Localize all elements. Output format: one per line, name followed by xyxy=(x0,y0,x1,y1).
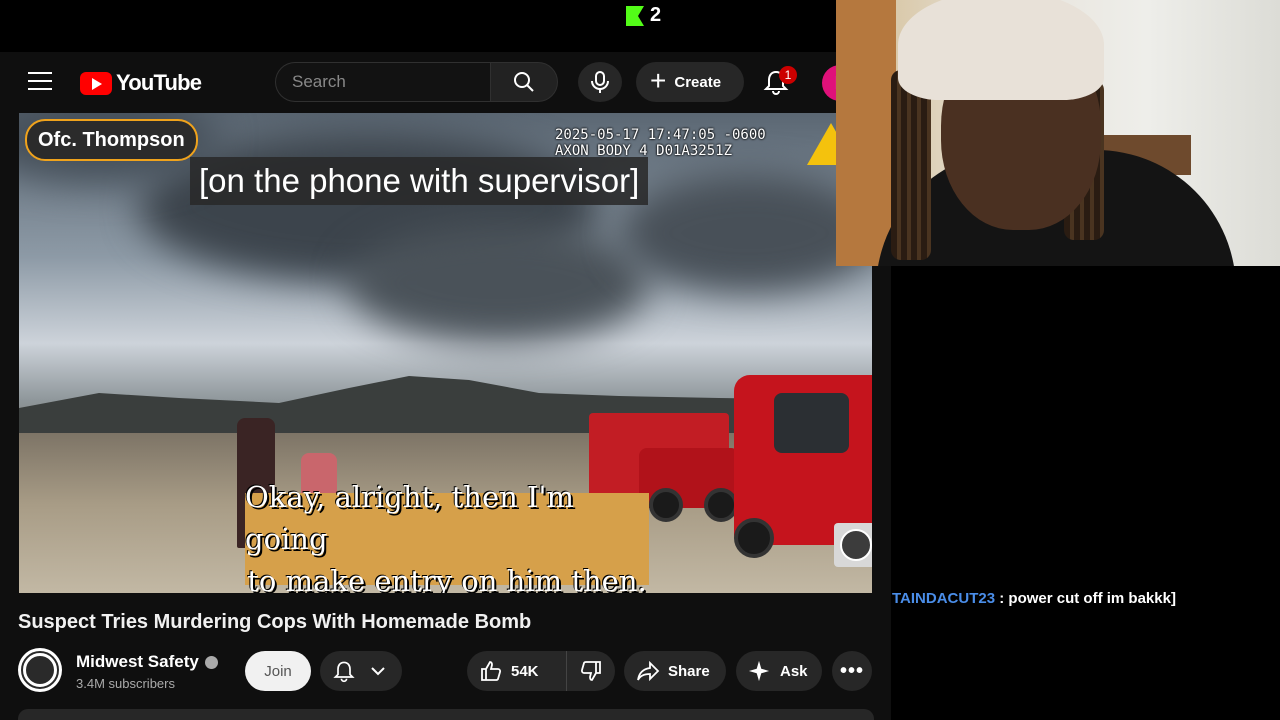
thumbs-up-icon xyxy=(481,661,502,681)
thumbs-down-icon xyxy=(580,661,601,681)
stream-top-bar: 2 xyxy=(0,0,836,52)
plus-icon: + xyxy=(650,64,667,96)
search-icon xyxy=(514,72,534,92)
notification-badge: 1 xyxy=(779,66,797,84)
chat-message: TAINDACUT23 : power cut off im bakkk] xyxy=(892,590,1176,607)
sparkle-icon xyxy=(748,660,770,682)
streamer-webcam xyxy=(836,0,1280,266)
share-arrow-icon xyxy=(637,660,660,682)
video-title: Suspect Tries Murdering Cops With Homema… xyxy=(18,611,532,633)
kick-logo-icon xyxy=(626,5,644,26)
youtube-play-icon xyxy=(80,71,112,95)
subscription-notifications-button[interactable] xyxy=(320,651,402,691)
search-button[interactable] xyxy=(490,62,558,102)
channel-name-text: Midwest Safety xyxy=(76,652,199,671)
caption-subtitle: Okay, alright, then I'm going to make en… xyxy=(245,480,649,593)
verified-check-icon xyxy=(204,655,218,669)
officer-label: Ofc. Thompson xyxy=(25,119,198,161)
subscriber-count: 3.4M subscribers xyxy=(76,676,175,691)
join-button[interactable]: Join xyxy=(245,651,311,691)
ask-label: Ask xyxy=(780,662,808,680)
dislike-button[interactable] xyxy=(567,651,615,691)
youtube-header: YouTube + Create 1 xyxy=(0,52,891,112)
more-dots-icon: ••• xyxy=(839,659,864,682)
channel-watermark-icon[interactable] xyxy=(834,523,872,567)
create-button[interactable]: + Create xyxy=(636,62,744,102)
search-input[interactable] xyxy=(275,62,490,102)
hamburger-menu-icon[interactable] xyxy=(28,72,52,92)
search-bar xyxy=(275,62,558,102)
microphone-icon xyxy=(591,71,609,93)
fire-truck-window xyxy=(774,393,849,453)
chevron-down-icon xyxy=(371,667,385,676)
youtube-logo[interactable]: YouTube xyxy=(80,70,202,96)
bell-icon xyxy=(333,661,355,683)
caption-line-2: to make entry on him then. xyxy=(247,564,647,593)
channel-avatar[interactable] xyxy=(18,648,62,692)
chat-text: power cut off im bakkk] xyxy=(1008,590,1176,607)
stream-chat: TAINDACUT23 : power cut off im bakkk] xyxy=(891,266,1280,720)
create-label: Create xyxy=(674,73,722,91)
like-button[interactable]: 54K xyxy=(467,651,567,691)
share-button[interactable]: Share xyxy=(624,651,726,691)
kick-viewer-counter: 2 xyxy=(626,4,661,27)
caption-top: [on the phone with supervisor] xyxy=(190,157,649,205)
chat-separator: : xyxy=(995,590,1009,607)
voice-search-button[interactable] xyxy=(578,62,622,102)
caption-line-1: Okay, alright, then I'm going xyxy=(245,480,574,556)
video-player[interactable]: Ofc. Thompson 2025-05-17 17:47:05 -0600 … xyxy=(19,113,872,593)
viewer-count: 2 xyxy=(650,4,662,26)
bodycam-metadata: 2025-05-17 17:47:05 -0600 AXON BODY 4 D0… xyxy=(555,127,766,159)
youtube-window: YouTube + Create 1 xyxy=(0,52,891,720)
more-options-button[interactable]: ••• xyxy=(832,651,872,691)
chat-username[interactable]: TAINDACUT23 xyxy=(892,590,995,607)
bodycam-timestamp: 2025-05-17 17:47:05 -0600 xyxy=(555,127,766,143)
description-box[interactable] xyxy=(18,709,874,720)
channel-name[interactable]: Midwest Safety xyxy=(76,652,218,672)
share-label: Share xyxy=(668,662,710,680)
like-count: 54K xyxy=(511,662,539,680)
ask-button[interactable]: Ask xyxy=(736,651,822,691)
youtube-logo-text: YouTube xyxy=(116,70,202,95)
like-dislike-group: 54K xyxy=(467,651,615,691)
